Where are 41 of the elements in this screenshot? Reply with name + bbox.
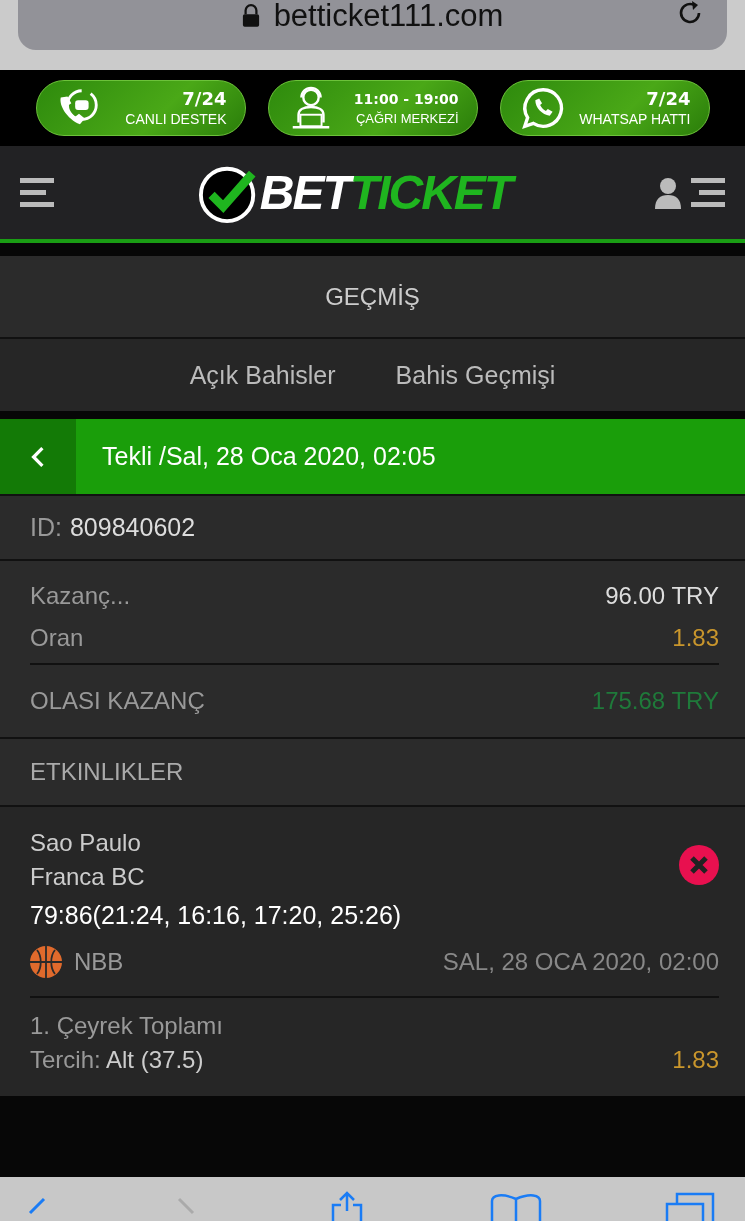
- url-text: betticket111.com: [273, 0, 504, 34]
- league-name: NBB: [74, 948, 124, 976]
- odds-value: 1.83: [672, 1046, 719, 1074]
- id-value: 809840602: [69, 513, 196, 542]
- support-badge[interactable]: 7/24 CANLI DESTEK: [35, 80, 246, 136]
- tab[interactable]: Bahis Geçmişi: [395, 360, 556, 390]
- badge-headline: 7/24: [182, 88, 227, 110]
- team-name: Sao Paulo: [30, 829, 142, 857]
- user-icon[interactable]: [655, 176, 681, 209]
- potential-label: OLASI KAZANÇ: [30, 687, 205, 715]
- summary-label: Oran: [30, 624, 84, 652]
- summary-value: 96.00 TRY: [605, 582, 719, 610]
- market-name: 1. Çeyrek Toplamı: [30, 1012, 224, 1040]
- badge-headline: 11:00 - 19:00: [353, 90, 459, 109]
- support-badge[interactable]: 7/24 WHATSAP HATTI: [499, 80, 710, 136]
- support-badge[interactable]: 11:00 - 19:00 ÇAĞRI MERKEZİ: [267, 80, 478, 136]
- score-text: 79:86(21:24, 16:16, 17:20, 25:26): [30, 901, 402, 930]
- badge-label: CANLI DESTEK: [125, 110, 227, 128]
- badge-headline: 7/24: [646, 88, 691, 110]
- menu-icon[interactable]: [691, 177, 725, 208]
- potential-value: 175.68 TRY: [591, 687, 719, 715]
- ticket-title: Tekli /Sal, 28 Oca 2020, 02:05: [102, 442, 436, 471]
- event-date: SAL, 28 OCA 2020, 02:00: [442, 948, 719, 976]
- team-name: Franca BC: [30, 863, 146, 891]
- summary-value: 1.83: [672, 624, 719, 652]
- menu-icon[interactable]: [20, 177, 54, 208]
- close-icon[interactable]: [679, 845, 719, 885]
- summary-label: Kazanç...: [30, 582, 131, 610]
- lock-icon: [241, 4, 260, 28]
- badge-label: WHATSAP HATTI: [579, 110, 691, 128]
- address-bar[interactable]: betticket111.com: [18, 0, 727, 50]
- page-title: GEÇMİŞ: [0, 256, 745, 339]
- choice-text: Tercih: Alt (37.5): [30, 1046, 204, 1074]
- id-label: ID:: [30, 513, 62, 542]
- basketball-icon: [30, 946, 62, 978]
- chevron-left-icon: [31, 445, 45, 468]
- tab[interactable]: Açık Bahisler: [189, 360, 336, 390]
- tabs-icon[interactable]: [665, 1191, 715, 1221]
- badge-label: ÇAĞRI MERKEZİ: [355, 110, 459, 128]
- book-icon[interactable]: [489, 1191, 542, 1221]
- section-title: ETKINLIKLER: [0, 739, 745, 807]
